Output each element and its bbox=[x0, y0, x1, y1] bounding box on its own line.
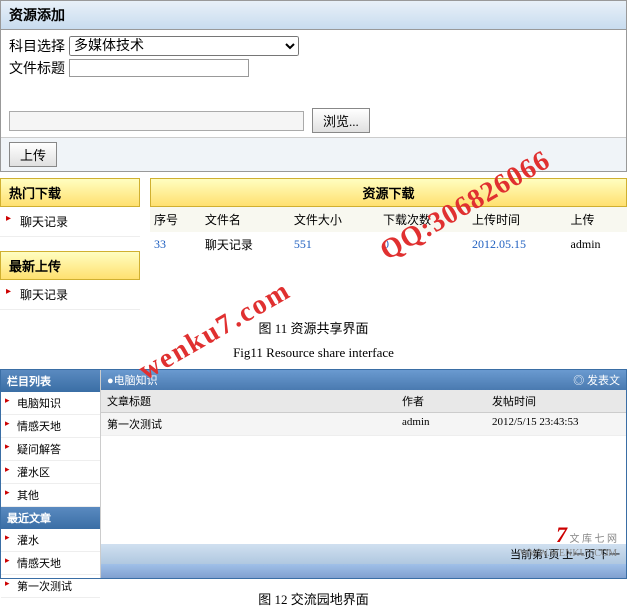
new-upload-header: 最新上传 bbox=[0, 251, 140, 280]
col-no: 序号 bbox=[150, 207, 201, 232]
sidebar-item[interactable]: 聊天记录 bbox=[0, 280, 140, 310]
bottom-bar bbox=[101, 564, 626, 578]
sidebar-item[interactable]: 情感天地 bbox=[1, 552, 100, 575]
subject-select[interactable]: 多媒体技术 bbox=[69, 36, 299, 56]
table-row[interactable]: 33 聊天记录 551 0 2012.05.15 admin bbox=[150, 232, 627, 257]
sidebar-item[interactable]: 第一次测试 bbox=[1, 575, 100, 598]
upload-button[interactable]: 上传 bbox=[9, 142, 57, 167]
sidebar-item[interactable]: 灌水区 bbox=[1, 461, 100, 484]
sidebar-item[interactable]: 聊天记录 bbox=[0, 207, 140, 237]
hot-download-header: 热门下载 bbox=[0, 178, 140, 207]
file-title-input[interactable] bbox=[69, 59, 249, 77]
sidebar-item[interactable]: 灌水 bbox=[1, 529, 100, 552]
col-name: 文件名 bbox=[201, 207, 290, 232]
sidebar-item[interactable]: 其他 bbox=[1, 484, 100, 507]
download-sidebar: 热门下载 聊天记录 最新上传 聊天记录 bbox=[0, 178, 140, 310]
sidebar-item[interactable]: 电脑知识 bbox=[1, 392, 100, 415]
file-path-input[interactable] bbox=[9, 111, 304, 131]
breadcrumb: ●电脑知识 bbox=[107, 372, 158, 388]
post-article-link[interactable]: ◎ 发表文 bbox=[573, 372, 620, 388]
resource-add-panel: 资源添加 科目选择 多媒体技术 文件标题 浏览... 上传 bbox=[0, 0, 627, 172]
figure-caption-11: 图 11 资源共享界面 bbox=[0, 318, 627, 337]
subject-label: 科目选择 bbox=[9, 36, 65, 56]
col-time: 上传时间 bbox=[468, 207, 567, 232]
file-title-label: 文件标题 bbox=[9, 58, 65, 78]
category-header: 栏目列表 bbox=[1, 370, 100, 392]
panel-title: 资源添加 bbox=[1, 1, 626, 30]
site-logo: 7 文 库 七 网 WWW.WENKU7.COM bbox=[520, 522, 617, 559]
forum-sidebar: 栏目列表 电脑知识 情感天地 疑问解答 灌水区 其他 最近文章 灌水 情感天地 … bbox=[1, 370, 101, 578]
col-time: 发帖时间 bbox=[486, 390, 626, 412]
download-table-area: 资源下载 序号 文件名 文件大小 下载次数 上传时间 上传 33 聊天记录 55… bbox=[150, 178, 627, 310]
table-row[interactable]: 第一次测试 admin 2012/5/15 23:43:53 bbox=[101, 413, 626, 436]
recent-header: 最近文章 bbox=[1, 507, 100, 529]
col-uploader: 上传 bbox=[567, 207, 627, 232]
col-author: 作者 bbox=[396, 390, 486, 412]
sidebar-item[interactable]: 情感天地 bbox=[1, 415, 100, 438]
figure-caption-11-en: Fig11 Resource share interface bbox=[0, 345, 627, 361]
col-size: 文件大小 bbox=[290, 207, 379, 232]
sidebar-item[interactable]: 疑问解答 bbox=[1, 438, 100, 461]
col-title: 文章标题 bbox=[101, 390, 396, 412]
download-header: 资源下载 bbox=[150, 178, 627, 207]
col-count: 下载次数 bbox=[379, 207, 468, 232]
browse-button[interactable]: 浏览... bbox=[312, 108, 370, 133]
